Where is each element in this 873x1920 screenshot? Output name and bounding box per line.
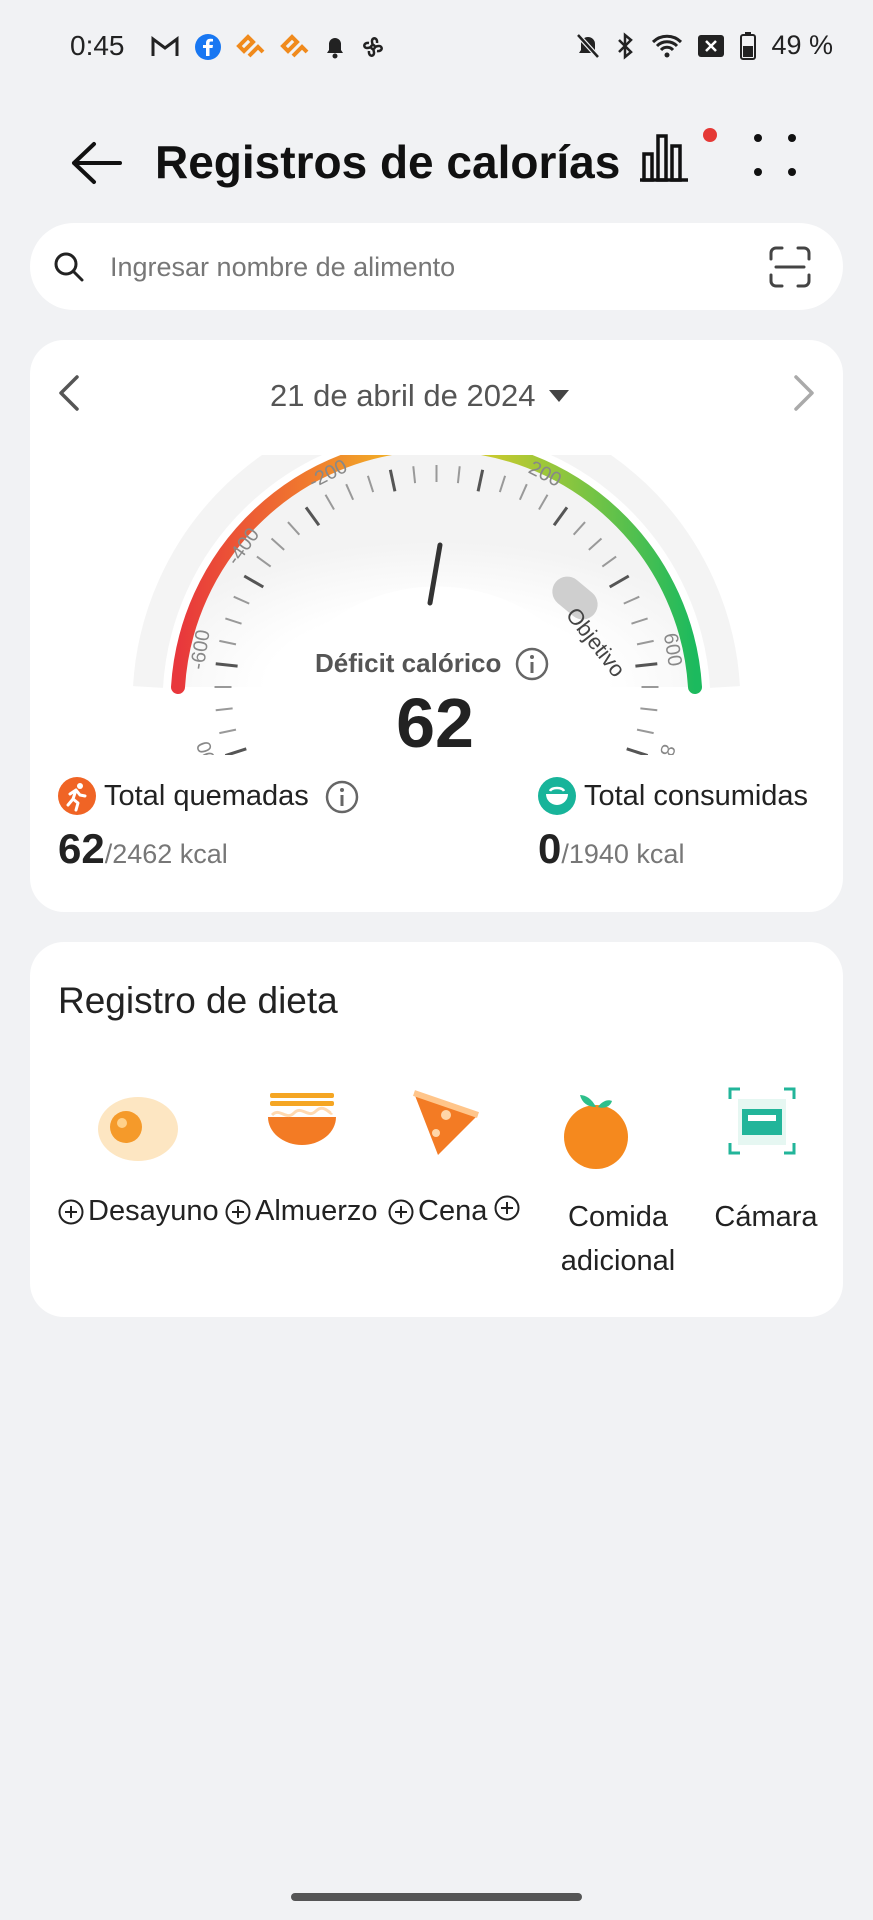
burned-label: Total quemadas [104, 780, 309, 812]
camera-label: Cámara [714, 1201, 818, 1233]
gauge-tick-label: -800 [193, 738, 226, 755]
gauge-tick [640, 707, 658, 712]
extra-meal-label-line2: adicional [560, 1245, 676, 1277]
search-input[interactable] [108, 248, 712, 286]
deficit-label: Déficit calórico [315, 648, 502, 678]
consumed-label: Total consumidas [584, 780, 809, 812]
plus-circle-icon [58, 1199, 84, 1224]
battery-level: 49 % [771, 30, 833, 60]
gauge-tick [636, 728, 654, 735]
search-icon [54, 252, 84, 282]
burned-info-icon[interactable] [324, 779, 360, 815]
gauge-tick [215, 707, 233, 712]
add-extra-meal-plus[interactable] [494, 1195, 524, 1221]
add-lunch-button[interactable]: Almuerzo [225, 1195, 378, 1228]
app-heart-icon [236, 34, 265, 58]
plus-circle-icon [225, 1199, 251, 1224]
system-icons: 49 % [575, 30, 833, 61]
wifi-icon [652, 34, 683, 57]
gauge-tick [224, 747, 247, 755]
camera-button[interactable]: Cámara [706, 1195, 826, 1239]
gauge-tick-label: 0 [431, 455, 442, 459]
next-day-chevron-icon[interactable] [790, 373, 818, 413]
notification-icons [150, 33, 386, 61]
status-time: 0:45 [70, 30, 125, 61]
previous-day-chevron-icon[interactable] [55, 373, 83, 413]
add-breakfast-button[interactable]: Desayuno [58, 1195, 219, 1228]
scan-icon[interactable] [768, 245, 812, 289]
plus-circle-icon [494, 1195, 520, 1221]
page-title: Registros de calorías [155, 136, 621, 188]
bell-icon [327, 38, 343, 59]
bowl-icon [538, 777, 576, 815]
running-icon [58, 777, 96, 815]
camera-scan-icon[interactable] [728, 1085, 796, 1157]
add-extra-meal-button[interactable]: Comida adicional [546, 1195, 690, 1283]
battery-icon [740, 31, 757, 60]
burned-amount: 62 [58, 825, 105, 872]
extra-meal-label-line1: Comida [568, 1201, 668, 1233]
fan-icon [363, 37, 383, 57]
meal-label-lunch: Almuerzo [255, 1195, 378, 1227]
caret-down-icon [549, 390, 570, 402]
fried-egg-icon[interactable] [94, 1085, 182, 1165]
gesture-nav-bar[interactable] [291, 1893, 582, 1901]
info-icon[interactable] [514, 646, 550, 682]
date-text: 21 de abril de 2024 [270, 378, 536, 413]
burned-total: /2462 kcal [104, 839, 228, 869]
noodle-bowl-icon[interactable] [262, 1085, 342, 1165]
gauge-tick [626, 747, 649, 755]
date-selector[interactable]: 21 de abril de 2024 [270, 378, 570, 414]
sim-off-icon [698, 34, 725, 57]
notification-dot [703, 128, 717, 142]
consumed-value: 0/1940 kcal [538, 825, 684, 873]
orange-fruit-icon[interactable] [560, 1085, 632, 1171]
plus-circle-icon [388, 1199, 414, 1224]
consumed-amount: 0 [538, 825, 562, 872]
meal-label-dinner: Cena [418, 1195, 488, 1227]
app-heart-icon-2 [280, 34, 309, 58]
diet-log-title: Registro de dieta [58, 980, 338, 1021]
bluetooth-icon [618, 31, 634, 60]
consumed-total: /1940 kcal [561, 839, 685, 869]
pizza-slice-icon[interactable] [406, 1085, 482, 1161]
back-arrow-icon[interactable] [68, 138, 124, 188]
mute-bell-icon [576, 32, 601, 59]
facebook-icon [195, 34, 221, 60]
deficit-value: 62 [396, 684, 474, 762]
gmail-icon [151, 36, 179, 56]
bar-chart-icon[interactable] [636, 128, 692, 184]
gauge-tick [219, 728, 237, 735]
burned-value: 62/2462 kcal [58, 825, 228, 873]
more-options-icon[interactable] [750, 130, 800, 180]
add-dinner-button[interactable]: Cena [388, 1195, 487, 1228]
meal-label-breakfast: Desayuno [88, 1195, 219, 1227]
gauge-tick-label: 800 [648, 741, 679, 755]
